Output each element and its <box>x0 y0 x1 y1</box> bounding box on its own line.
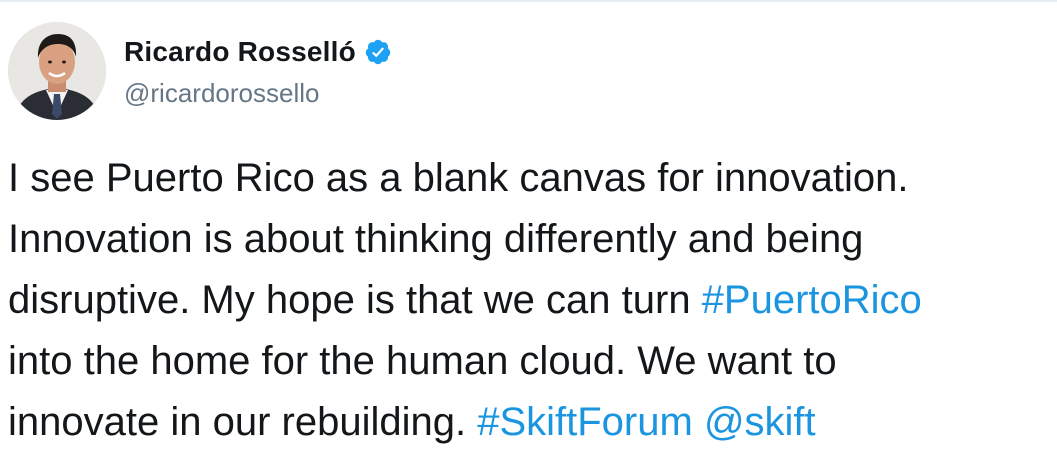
author-handle[interactable]: @ricardorossello <box>124 78 319 109</box>
link-separator <box>693 400 704 444</box>
tweet-line-3-text: disruptive. My hope is that we can turn <box>8 278 702 322</box>
tweet-line-5-text: innovate in our rebuilding. <box>8 400 478 444</box>
top-divider <box>0 0 1057 2</box>
author-name-row[interactable]: Ricardo Rosselló <box>124 36 392 68</box>
tweet-line-3: disruptive. My hope is that we can turn … <box>8 270 1053 331</box>
author-display-name[interactable]: Ricardo Rosselló <box>124 36 356 68</box>
author-avatar[interactable] <box>8 22 106 120</box>
avatar-photo-icon <box>8 22 106 120</box>
tweet-line-4: into the home for the human cloud. We wa… <box>8 339 837 383</box>
tweet-line-2: Innovation is about thinking differently… <box>8 217 864 261</box>
mention-skift-link[interactable]: @skift <box>704 400 816 444</box>
hashtag-skiftforum-link[interactable]: #SkiftForum <box>477 400 693 444</box>
hashtag-puertorico-link[interactable]: #PuertoRico <box>702 278 922 322</box>
tweet-line-1: I see Puerto Rico as a blank canvas for … <box>8 156 909 200</box>
tweet-line-5: innovate in our rebuilding. #SkiftForum … <box>8 392 1053 453</box>
tweet-text: I see Puerto Rico as a blank canvas for … <box>8 148 1053 453</box>
verified-badge-icon <box>364 38 392 66</box>
